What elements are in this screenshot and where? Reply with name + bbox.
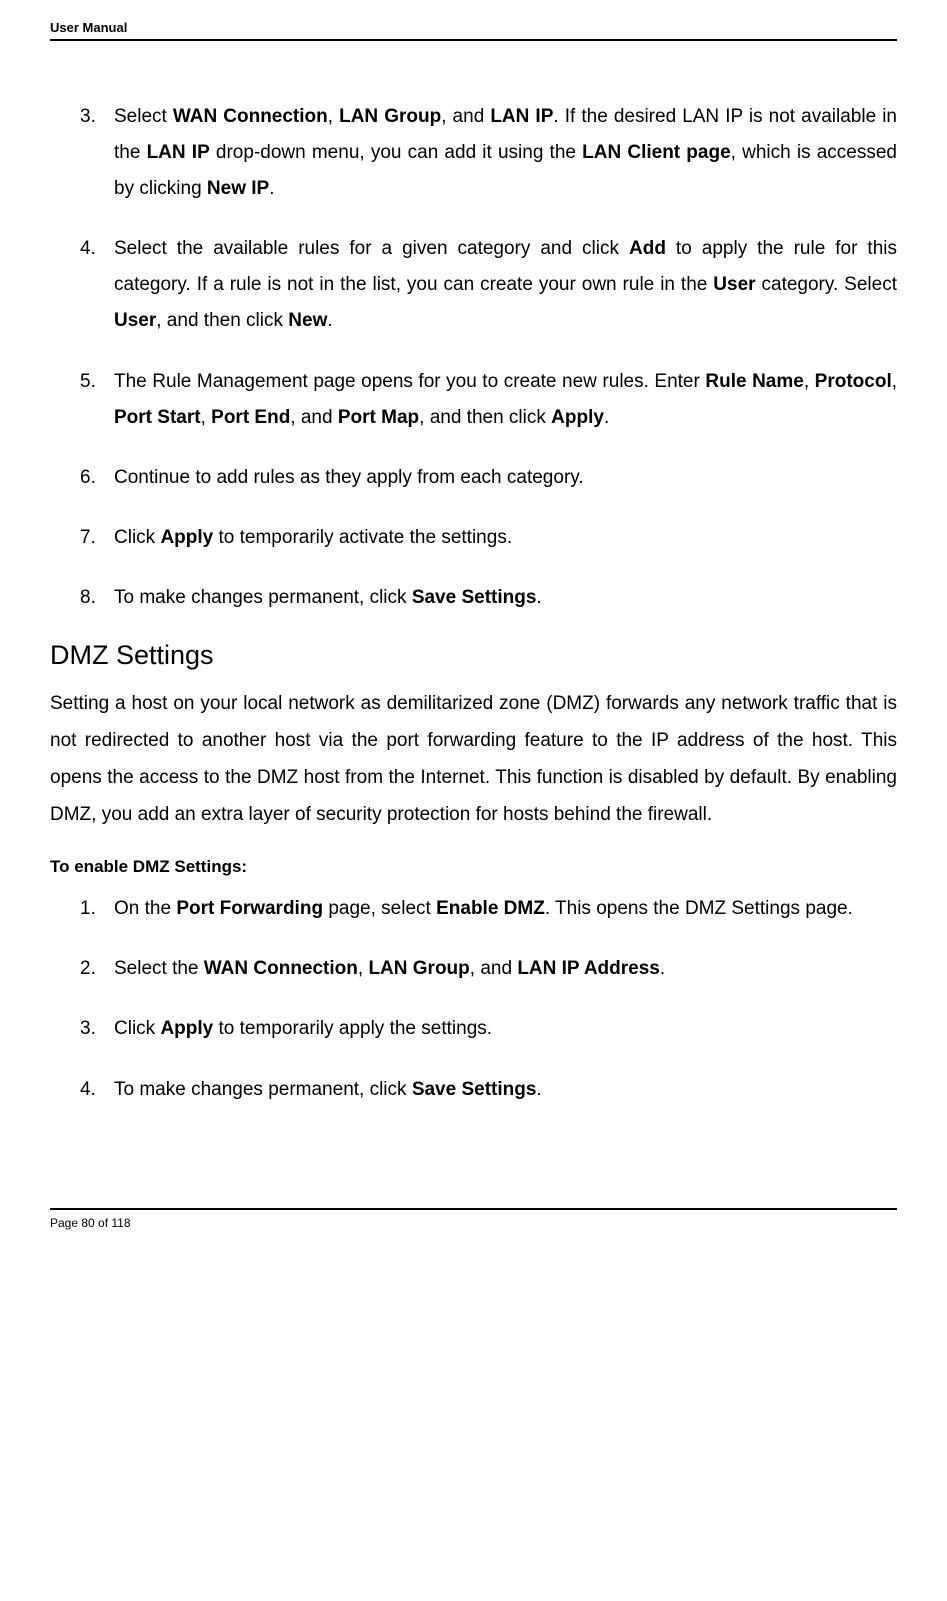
text: , [201, 407, 212, 428]
bold-text: WAN Connection [173, 106, 328, 127]
bold-text: Rule Name [705, 371, 803, 392]
bold-text: LAN Group [339, 106, 441, 127]
bold-text: WAN Connection [204, 958, 358, 979]
list-content: Click Apply to temporarily activate the … [114, 520, 897, 556]
text: to temporarily apply the settings. [213, 1018, 492, 1039]
bold-text: New [288, 310, 327, 331]
list-content: To make changes permanent, click Save Se… [114, 1072, 897, 1108]
text: Select the [114, 958, 204, 979]
text: Select [114, 106, 173, 127]
text: , [328, 106, 339, 127]
section-heading: DMZ Settings [50, 640, 897, 671]
footer-text: Page 80 of 118 [50, 1210, 897, 1240]
bold-text: Save Settings [412, 587, 537, 608]
list-number: 1. [80, 891, 110, 927]
text: . [536, 1079, 541, 1100]
list-number: 6. [80, 460, 110, 496]
list-number: 3. [80, 99, 110, 207]
bold-text: Save Settings [412, 1079, 537, 1100]
text: , [892, 371, 897, 392]
bold-text: Add [629, 238, 666, 259]
bold-text: LAN IP [147, 142, 210, 163]
second-list: 1.On the Port Forwarding page, select En… [50, 891, 897, 1107]
page-header: User Manual [50, 20, 897, 49]
list-content: Select the available rules for a given c… [114, 231, 897, 339]
bold-text: User [114, 310, 156, 331]
text: To make changes permanent, click [114, 1079, 412, 1100]
page-container: User Manual 3.Select WAN Connection, LAN… [0, 0, 947, 1270]
list-number: 2. [80, 951, 110, 987]
text: Click [114, 527, 160, 548]
list-item: 2.Select the WAN Connection, LAN Group, … [50, 951, 897, 987]
list-number: 4. [80, 1072, 110, 1108]
list-item: 7.Click Apply to temporarily activate th… [50, 520, 897, 556]
list-content: The Rule Management page opens for you t… [114, 364, 897, 436]
text: . [660, 958, 665, 979]
list-item: 6.Continue to add rules as they apply fr… [50, 460, 897, 496]
bold-text: LAN Client page [582, 142, 731, 163]
header-title: User Manual [50, 20, 127, 35]
text: Select the available rules for a given c… [114, 238, 629, 259]
bold-text: Enable DMZ [436, 898, 545, 919]
text: page, select [323, 898, 436, 919]
bold-text: LAN Group [368, 958, 469, 979]
text: , and then click [156, 310, 288, 331]
text: , and [470, 958, 518, 979]
first-list: 3.Select WAN Connection, LAN Group, and … [50, 99, 897, 616]
text: . [536, 587, 541, 608]
text: , [804, 371, 815, 392]
bold-text: LAN IP Address [517, 958, 660, 979]
list-item: 3.Click Apply to temporarily apply the s… [50, 1011, 897, 1047]
text: On the [114, 898, 176, 919]
list-number: 4. [80, 231, 110, 339]
text: category. Select [756, 274, 897, 295]
text: drop-down menu, you can add it using the [210, 142, 582, 163]
bold-text: Port Map [338, 407, 419, 428]
text: The Rule Management page opens for you t… [114, 371, 705, 392]
list-item: 4.To make changes permanent, click Save … [50, 1072, 897, 1108]
list-item: 4.Select the available rules for a given… [50, 231, 897, 339]
bold-text: New IP [207, 178, 269, 199]
text: . [269, 178, 274, 199]
list-content: On the Port Forwarding page, select Enab… [114, 891, 897, 927]
text: To make changes permanent, click [114, 587, 412, 608]
list-item: 1.On the Port Forwarding page, select En… [50, 891, 897, 927]
list-content: Continue to add rules as they apply from… [114, 460, 897, 496]
bold-text: Port Forwarding [176, 898, 323, 919]
list-item: 5.The Rule Management page opens for you… [50, 364, 897, 436]
bold-text: LAN IP [490, 106, 553, 127]
bold-text: Apply [160, 527, 213, 548]
list-content: Click Apply to temporarily apply the set… [114, 1011, 897, 1047]
list-number: 8. [80, 580, 110, 616]
list-content: Select the WAN Connection, LAN Group, an… [114, 951, 897, 987]
text: to temporarily activate the settings. [213, 527, 512, 548]
text: , and then click [419, 407, 551, 428]
bold-text: Protocol [815, 371, 892, 392]
list-content: Select WAN Connection, LAN Group, and LA… [114, 99, 897, 207]
header-divider [50, 39, 897, 41]
list-number: 7. [80, 520, 110, 556]
text: Click [114, 1018, 160, 1039]
text: , and [290, 407, 338, 428]
text: . [327, 310, 332, 331]
section-paragraph: Setting a host on your local network as … [50, 685, 897, 833]
text: . [604, 407, 609, 428]
list-item: 8.To make changes permanent, click Save … [50, 580, 897, 616]
bold-text: Port End [211, 407, 290, 428]
text: , [358, 958, 369, 979]
page-footer: Page 80 of 118 [50, 1208, 897, 1240]
list-number: 3. [80, 1011, 110, 1047]
list-number: 5. [80, 364, 110, 436]
text: , and [441, 106, 490, 127]
text: Continue to add rules as they apply from… [114, 467, 584, 488]
bold-text: Port Start [114, 407, 201, 428]
text: . This opens the DMZ Settings page. [545, 898, 853, 919]
bold-text: Apply [551, 407, 604, 428]
list-item: 3.Select WAN Connection, LAN Group, and … [50, 99, 897, 207]
bold-text: Apply [160, 1018, 213, 1039]
bold-text: User [713, 274, 755, 295]
sub-heading: To enable DMZ Settings: [50, 857, 897, 877]
list-content: To make changes permanent, click Save Se… [114, 580, 897, 616]
